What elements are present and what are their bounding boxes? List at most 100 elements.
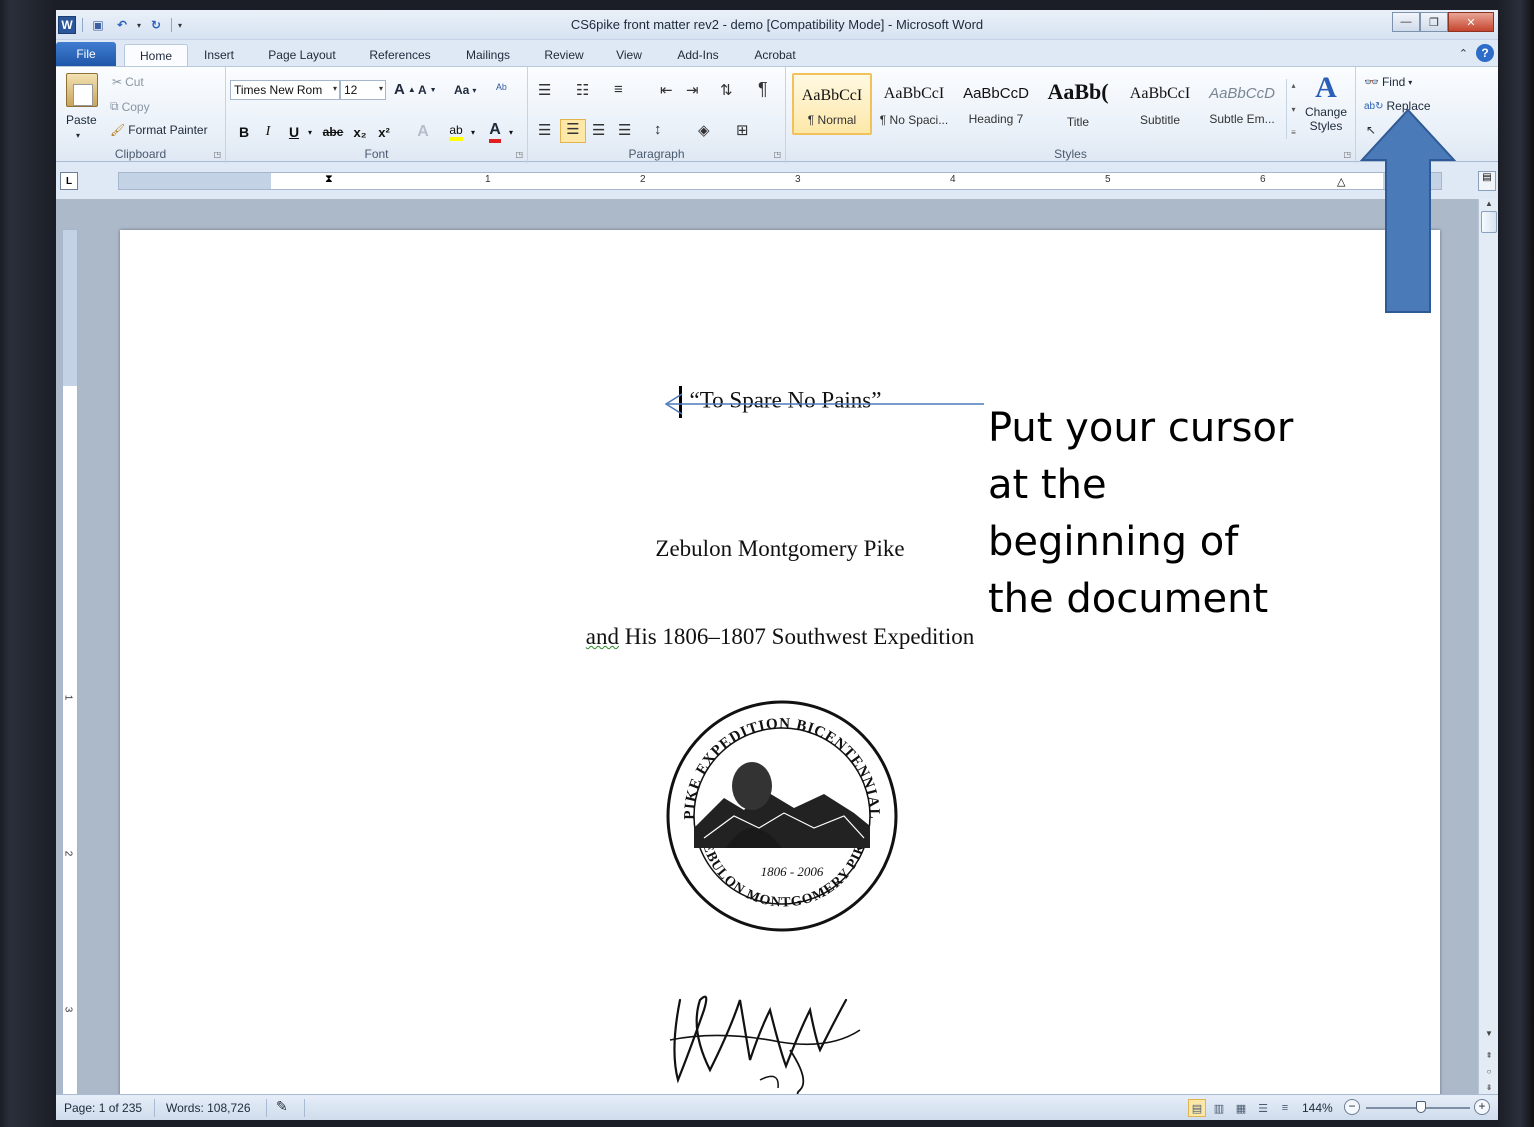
grow-font-icon: A: [394, 81, 405, 98]
numbering-icon[interactable]: ☷: [576, 81, 589, 99]
zoom-level[interactable]: 144%: [1302, 1101, 1333, 1115]
multilevel-list-icon[interactable]: ≡: [614, 81, 623, 98]
style-heading-7[interactable]: AaBbCcD Heading 7: [956, 73, 1036, 135]
align-right-icon[interactable]: ☰: [592, 121, 605, 139]
paragraph-launcher-icon[interactable]: ◳: [773, 150, 781, 159]
tab-home[interactable]: Home: [124, 44, 188, 66]
sort-icon[interactable]: ⇅: [720, 81, 733, 99]
page-count[interactable]: Page: 1 of 235: [64, 1101, 142, 1115]
grow-font-button[interactable]: A ▲: [394, 81, 416, 98]
style-subtle-emphasis[interactable]: AaBbCcD Subtle Em...: [1202, 73, 1282, 135]
chevron-down-icon[interactable]: ▾: [506, 121, 516, 143]
vertical-scrollbar[interactable]: ▲ ▼ ⇞ ○ ⇟: [1478, 199, 1498, 1094]
bold-button[interactable]: B: [234, 121, 254, 143]
outline-icon[interactable]: ☰: [1254, 1099, 1272, 1117]
align-center-icon[interactable]: ☰: [560, 119, 586, 143]
web-layout-icon[interactable]: ▦: [1232, 1099, 1250, 1117]
paste-dropdown-icon[interactable]: ▾: [76, 131, 80, 140]
horizontal-ruler[interactable]: 1 2 3 4 5 6 7 ⧗ △: [118, 172, 1442, 190]
font-launcher-icon[interactable]: ◳: [515, 150, 523, 159]
subscript-button[interactable]: x₂: [350, 121, 370, 143]
draft-icon[interactable]: ≡: [1276, 1099, 1294, 1117]
tab-insert[interactable]: Insert: [194, 44, 244, 66]
font-size-combo[interactable]: 12 ▾: [340, 80, 386, 100]
previous-page-icon[interactable]: ⇞: [1481, 1051, 1497, 1065]
tab-selector-button[interactable]: L: [60, 172, 78, 190]
ruler-number: 1: [62, 694, 74, 701]
zoom-in-icon[interactable]: +: [1474, 1099, 1490, 1115]
shading-icon[interactable]: ◈: [698, 121, 710, 139]
close-button[interactable]: ✕: [1448, 12, 1494, 32]
bullets-icon[interactable]: ☰: [538, 81, 551, 99]
indent-marker-icon[interactable]: ⧗: [325, 173, 333, 186]
strikethrough-button[interactable]: abe: [320, 121, 346, 143]
italic-button[interactable]: I: [258, 121, 278, 143]
scrollbar-thumb[interactable]: [1481, 211, 1497, 233]
chevron-down-icon: ▾: [332, 84, 337, 93]
style-no-spacing[interactable]: AaBbCcI ¶ No Spaci...: [874, 73, 954, 135]
format-painter-button[interactable]: 🖌 Format Painter: [110, 123, 208, 137]
line-spacing-icon[interactable]: ↕: [654, 121, 662, 138]
chevron-up-icon[interactable]: ▴: [1291, 81, 1295, 90]
font-color-button[interactable]: A: [484, 121, 506, 143]
tab-file[interactable]: File: [56, 42, 116, 66]
word-count[interactable]: Words: 108,726: [166, 1101, 251, 1115]
text-effects-icon[interactable]: A: [412, 121, 434, 143]
change-case-button[interactable]: Aa ▾: [454, 83, 476, 97]
find-button[interactable]: 👓 Find ▾: [1364, 75, 1412, 89]
tab-view[interactable]: View: [608, 44, 650, 66]
tab-add-ins[interactable]: Add-Ins: [668, 44, 728, 66]
paste-icon[interactable]: [66, 73, 98, 107]
vertical-ruler[interactable]: 1 2 3 4: [62, 229, 78, 1094]
tab-review[interactable]: Review: [538, 44, 590, 66]
highlight-button[interactable]: ab: [444, 121, 468, 143]
right-indent-marker-icon[interactable]: △: [1337, 175, 1345, 188]
tab-mailings[interactable]: Mailings: [456, 44, 520, 66]
browse-object-icon[interactable]: ○: [1481, 1067, 1497, 1081]
justify-icon[interactable]: ☰: [618, 121, 631, 139]
restore-button[interactable]: ❐: [1420, 12, 1448, 32]
print-layout-icon[interactable]: ▤: [1188, 1099, 1206, 1117]
paste-button[interactable]: Paste: [66, 113, 97, 127]
shrink-font-button[interactable]: A ▼: [418, 83, 437, 97]
document-page[interactable]: “To Spare No Pains” Zebulon Montgomery P…: [120, 230, 1440, 1094]
font-name-combo[interactable]: Times New Rom ▾: [230, 80, 340, 100]
cut-button[interactable]: ✂ Cut: [112, 75, 144, 89]
decrease-indent-icon[interactable]: ⇤: [660, 81, 673, 99]
styles-launcher-icon[interactable]: ◳: [1343, 150, 1351, 159]
clipboard-group-label: Clipboard: [114, 147, 167, 161]
chevron-down-icon[interactable]: ▾: [1291, 105, 1295, 114]
tab-references[interactable]: References: [362, 44, 438, 66]
view-ruler-icon[interactable]: ▤: [1478, 171, 1496, 191]
full-screen-reading-icon[interactable]: ▥: [1210, 1099, 1228, 1117]
minimize-ribbon-icon[interactable]: ⌃: [1459, 47, 1468, 60]
tab-right-controls: ⌃ ?: [1459, 44, 1494, 62]
style-name: ¶ No Spaci...: [879, 113, 949, 127]
tab-acrobat[interactable]: Acrobat: [746, 44, 804, 66]
tab-page-layout[interactable]: Page Layout: [260, 44, 344, 66]
underline-button[interactable]: U: [284, 121, 304, 143]
clear-formatting-button[interactable]: ᴬᵇ: [496, 81, 507, 96]
style-normal[interactable]: AaBbCcI ¶ Normal: [792, 73, 872, 135]
zoom-slider-thumb[interactable]: [1416, 1101, 1426, 1113]
underline-dropdown-icon[interactable]: ▾: [304, 121, 316, 143]
zoom-out-icon[interactable]: −: [1344, 1099, 1360, 1115]
styles-group-label: Styles: [1054, 147, 1087, 161]
proofing-icon[interactable]: ✎: [276, 1098, 288, 1115]
minimize-button[interactable]: —: [1392, 12, 1420, 32]
copy-button[interactable]: ⧉ Copy: [110, 99, 150, 114]
ribbon: Paste ▾ ✂ Cut ⧉ Copy 🖌 Format Painter Clipb…: [56, 66, 1498, 163]
align-left-icon[interactable]: ☰: [538, 121, 551, 139]
chevron-down-icon[interactable]: ▾: [468, 121, 478, 143]
change-styles-button[interactable]: A Change Styles: [1296, 71, 1356, 133]
superscript-button[interactable]: x²: [374, 121, 394, 143]
chevron-down-icon[interactable]: ▼: [1481, 1029, 1497, 1043]
ruler-row: L 1 2 3 4 5 6 7 ⧗ △ ▤: [56, 163, 1498, 199]
style-subtitle[interactable]: AaBbCcI Subtitle: [1120, 73, 1200, 135]
style-title[interactable]: AaBb( Title: [1038, 73, 1118, 135]
help-icon[interactable]: ?: [1476, 44, 1494, 62]
show-formatting-marks-icon[interactable]: ¶: [758, 79, 768, 100]
increase-indent-icon[interactable]: ⇥: [686, 81, 699, 99]
borders-icon[interactable]: ⊞: [736, 121, 749, 139]
clipboard-launcher-icon[interactable]: ◳: [213, 150, 221, 159]
